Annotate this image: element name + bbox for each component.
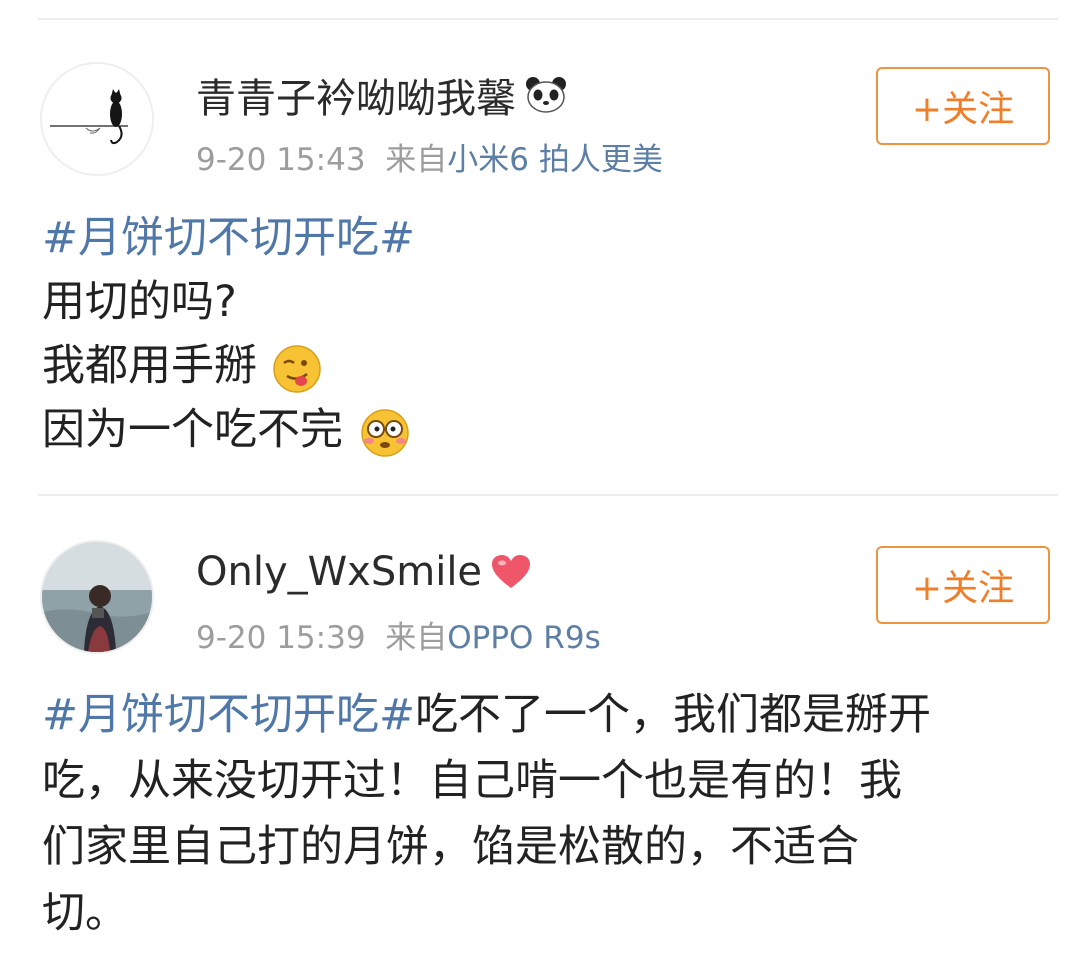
post-divider: [38, 494, 1058, 496]
post-source[interactable]: 小米6 拍人更美: [447, 142, 663, 178]
post-meta: 9-20 15:39 来自OPPO R9s: [196, 612, 601, 657]
cat-on-branch-icon: [42, 64, 152, 174]
via-prefix: 来自: [385, 142, 448, 178]
username[interactable]: Only_WxSmile: [196, 544, 532, 600]
post-time: 9-20 15:39: [196, 620, 366, 656]
username-text[interactable]: 青青子衿呦呦我馨: [196, 66, 516, 124]
post-line: 因为一个吃不完: [42, 405, 343, 455]
heart-icon: [492, 555, 531, 588]
username-text[interactable]: Only_WxSmile: [196, 549, 482, 595]
post-line: 我都用手掰: [42, 341, 257, 391]
post-body: #月饼切不切开吃# 用切的吗? 我都用手掰 因为一个吃不完: [42, 206, 415, 462]
follow-button[interactable]: +关注: [876, 546, 1050, 624]
flustered-emoji-icon: [360, 408, 409, 457]
panda-icon: [526, 77, 566, 113]
via-prefix: 来自: [385, 620, 448, 656]
post-line: 用切的吗?: [42, 277, 237, 327]
post-line: 切。: [42, 888, 128, 938]
follow-button[interactable]: +关注: [876, 67, 1050, 145]
top-divider: [38, 18, 1058, 20]
post-line: 吃不了一个，我们都是掰开: [415, 690, 932, 740]
post-meta: 9-20 15:43 来自小米6 拍人更美: [196, 134, 663, 179]
weibo-feed: 青青子衿呦呦我馨 9-20 15:43 来自小米6 拍人更美 +关注 #月饼切不…: [0, 0, 1080, 966]
username[interactable]: 青青子衿呦呦我馨: [196, 68, 568, 122]
post-time: 9-20 15:43: [196, 142, 366, 178]
avatar[interactable]: [40, 62, 154, 176]
avatar[interactable]: [40, 540, 154, 654]
post-source[interactable]: OPPO R9s: [447, 620, 600, 656]
hashtag-link[interactable]: #月饼切不切开吃#: [42, 690, 415, 740]
person-photo-icon: [42, 542, 152, 652]
post-line: 们家里自己打的月饼，馅是松散的，不适合: [42, 822, 859, 872]
hashtag-link[interactable]: #月饼切不切开吃#: [42, 213, 415, 263]
post-body: #月饼切不切开吃#吃不了一个，我们都是掰开 吃，从来没切开过！自己啃一个也是有的…: [42, 682, 931, 946]
tongue-out-emoji-icon: [272, 344, 321, 393]
post-line: 吃，从来没切开过！自己啃一个也是有的！我: [42, 756, 902, 806]
